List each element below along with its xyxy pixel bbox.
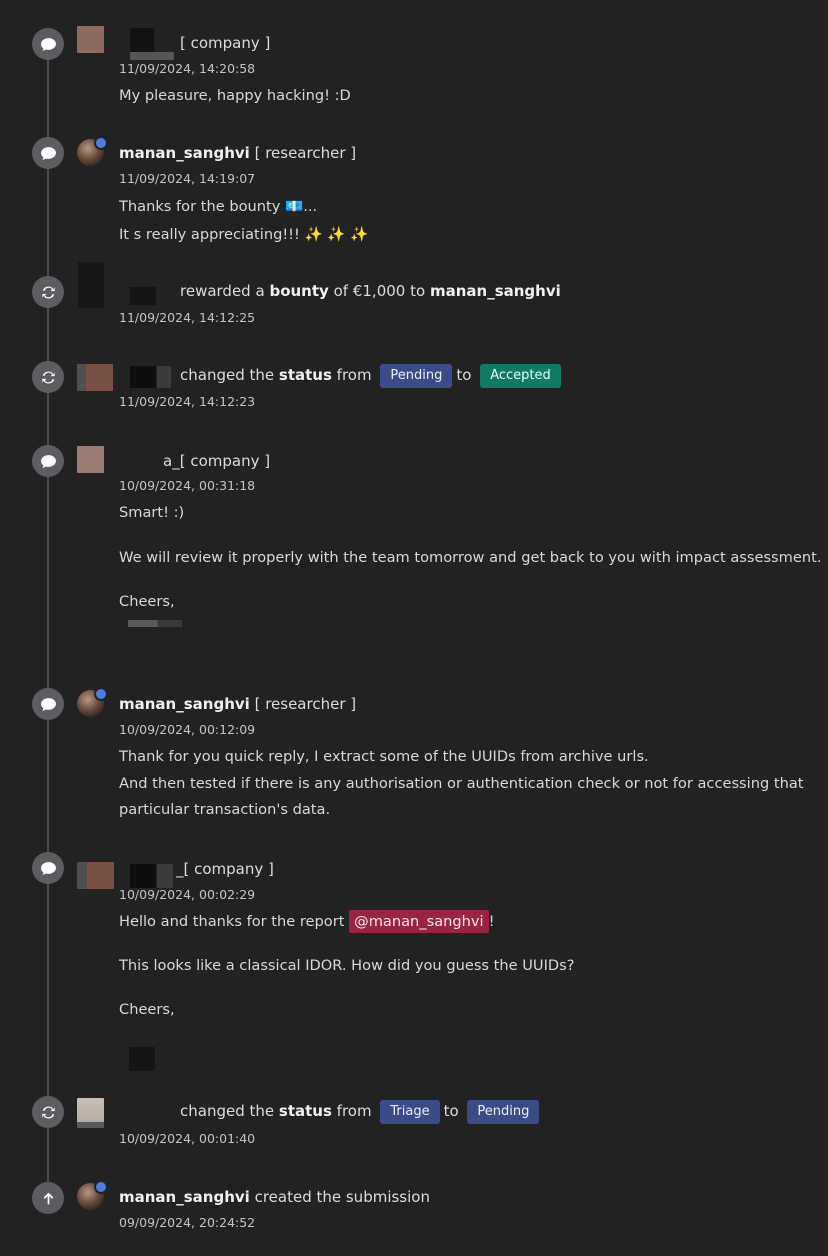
comment-text: This looks like a classical IDOR. How di… <box>119 957 575 974</box>
comment-icon <box>32 445 64 477</box>
author-name-fragment: a <box>163 452 173 470</box>
author-tag: [ researcher ] <box>254 695 357 713</box>
status-change-icon <box>32 276 64 308</box>
comment-text: Hello and thanks for the report @manan_s… <box>119 910 494 933</box>
comment-text: And then tested if there is any authoris… <box>119 775 804 792</box>
status-badge-to: Accepted <box>480 364 561 388</box>
author-tag: _[ company ] <box>176 860 274 878</box>
comment-text: My pleasure, happy hacking! :D <box>119 87 351 104</box>
comment-icon <box>32 137 64 169</box>
timestamp: 10/09/2024, 00:31:18 <box>119 478 256 493</box>
user-mention[interactable]: @manan_sanghvi <box>349 910 489 933</box>
avatar[interactable] <box>77 687 108 717</box>
avatar[interactable] <box>77 136 108 166</box>
redacted-signature <box>128 620 182 627</box>
status-change-icon <box>32 361 64 393</box>
redacted-name <box>130 28 154 52</box>
comment-text: It s really appreciating!!! ✨ ✨ ✨ <box>119 226 369 243</box>
author-tag: _[ company ] <box>172 452 271 470</box>
timestamp: 11/09/2024, 14:19:07 <box>119 171 256 186</box>
bounty-amount: €1,000 <box>352 282 406 300</box>
redacted-name <box>130 52 174 60</box>
status-change-text: changed the status from Pending to Accept… <box>180 364 565 388</box>
author-tag: [ company ] <box>180 34 271 52</box>
timestamp: 10/09/2024, 00:01:40 <box>119 1131 256 1146</box>
redacted-name <box>157 366 171 388</box>
redacted-name <box>130 287 156 305</box>
avatar[interactable] <box>77 364 113 391</box>
status-badge-from: Pending <box>380 364 453 388</box>
author-name[interactable]: manan_sanghvi <box>119 144 250 162</box>
timestamp: 10/09/2024, 00:12:09 <box>119 722 256 737</box>
author-header: a_[ company ] <box>163 452 270 470</box>
status-change-text: changed the status from Triage to Pending <box>180 1100 543 1124</box>
reward-text: rewarded a bounty of €1,000 to manan_san… <box>180 282 561 300</box>
status-badge-to: Pending <box>467 1100 540 1124</box>
comment-text: Cheers, <box>119 1001 175 1018</box>
avatar[interactable] <box>77 446 104 473</box>
timestamp: 11/09/2024, 14:12:23 <box>119 394 256 409</box>
redacted-name <box>130 366 156 388</box>
timestamp: 11/09/2024, 14:20:58 <box>119 61 256 76</box>
redacted-name <box>157 864 173 888</box>
status-change-icon <box>32 1096 64 1128</box>
comment-text: Cheers, <box>119 593 175 610</box>
avatar[interactable] <box>77 862 114 889</box>
recipient-name[interactable]: manan_sanghvi <box>430 282 561 300</box>
comment-text: Smart! :) <box>119 504 185 521</box>
author-header: manan_sanghvi [ researcher ] <box>119 695 356 713</box>
author-name[interactable]: manan_sanghvi <box>119 1188 250 1206</box>
timeline-line <box>47 44 49 1198</box>
author-header: manan_sanghvi [ researcher ] <box>119 144 356 162</box>
timestamp: 11/09/2024, 14:12:25 <box>119 310 256 325</box>
avatar[interactable] <box>77 1180 108 1210</box>
timestamp: 10/09/2024, 00:02:29 <box>119 887 256 902</box>
comment-text: Thank for you quick reply, I extract som… <box>119 748 649 765</box>
avatar[interactable] <box>77 26 104 53</box>
comment-icon <box>32 852 64 884</box>
comment-text: Thanks for the bounty 💶... <box>119 198 318 215</box>
author-tag: [ researcher ] <box>254 144 357 162</box>
status-badge-from: Triage <box>380 1100 440 1124</box>
created-arrow-icon <box>32 1182 64 1214</box>
timestamp: 09/09/2024, 20:24:52 <box>119 1215 256 1230</box>
avatar[interactable] <box>78 262 104 308</box>
created-text: manan_sanghvi created the submission <box>119 1188 430 1206</box>
comment-text: particular transaction's data. <box>119 801 331 818</box>
comment-text: We will review it properly with the team… <box>119 549 822 566</box>
comment-icon <box>32 688 64 720</box>
author-name[interactable]: manan_sanghvi <box>119 695 250 713</box>
avatar[interactable] <box>77 1098 104 1128</box>
redacted-signature <box>129 1047 155 1071</box>
redacted-name <box>130 864 156 888</box>
comment-icon <box>32 28 64 60</box>
